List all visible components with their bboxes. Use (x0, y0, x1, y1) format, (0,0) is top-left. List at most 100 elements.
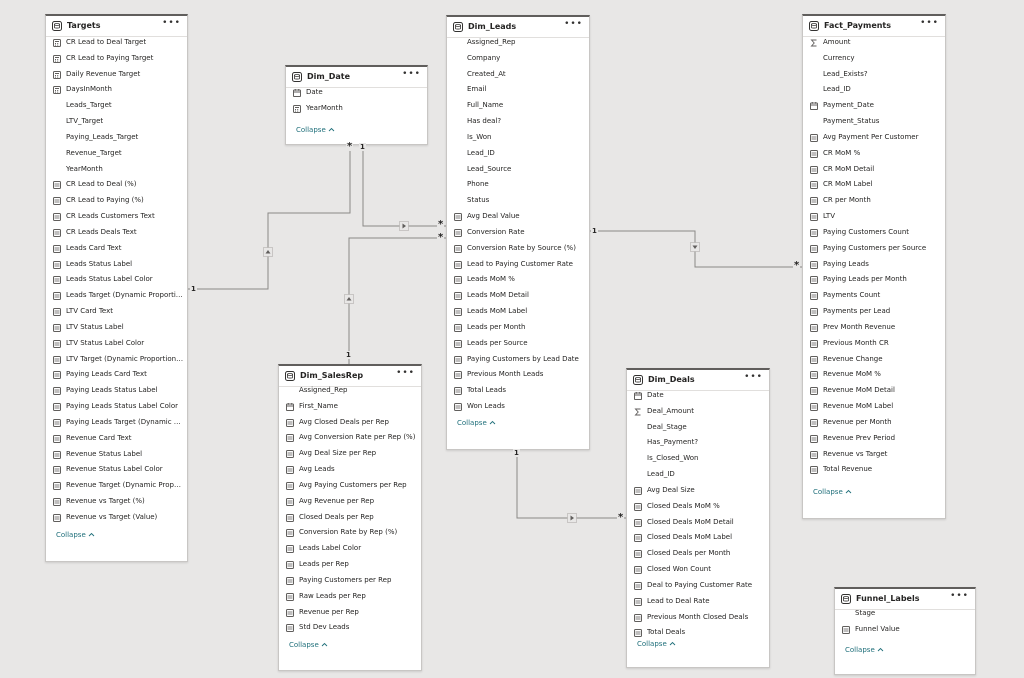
field-row[interactable]: Is_Won (447, 130, 589, 146)
field-row[interactable]: YearMonth (286, 101, 427, 117)
field-row[interactable]: Avg Deal Value (447, 209, 589, 225)
field-row[interactable]: Avg Deal Size per Rep (279, 446, 421, 462)
field-row[interactable]: Has deal? (447, 114, 589, 130)
field-row[interactable]: LTV Status Label (46, 320, 187, 336)
table-card-dim-salesrep[interactable]: Dim_SalesRep ••• Assigned_Rep First_Name Avg… (278, 364, 422, 671)
field-row[interactable]: Revenue per Month (803, 415, 945, 431)
collapse-link[interactable]: Collapse (845, 646, 884, 654)
field-row[interactable]: Revenue Status Label Color (46, 462, 187, 478)
relationship-line-targets-date[interactable] (188, 145, 351, 290)
field-row[interactable]: Paying Leads Card Text (46, 367, 187, 383)
collapse-link[interactable]: Collapse (296, 126, 335, 134)
field-row[interactable]: Phone (447, 177, 589, 193)
field-row[interactable]: Payments per Lead (803, 304, 945, 320)
field-row[interactable]: Paying Customers per Source (803, 241, 945, 257)
collapse-link[interactable]: Collapse (637, 640, 676, 648)
field-row[interactable]: Revenue Target (Dynamic Proporti... (46, 478, 187, 494)
field-row[interactable]: Daily Revenue Target (46, 67, 187, 83)
field-row[interactable]: Previous Month CR (803, 336, 945, 352)
field-row[interactable]: Paying Leads (803, 257, 945, 273)
field-row[interactable]: Company (447, 51, 589, 67)
field-row[interactable]: Amount (803, 35, 945, 51)
table-header[interactable]: Fact_Payments ••• (803, 16, 945, 37)
field-row[interactable]: Revenue MoM Detail (803, 383, 945, 399)
field-row[interactable]: Closed Deals MoM Label (627, 530, 769, 546)
field-row[interactable]: Revenue MoM Label (803, 399, 945, 415)
field-row[interactable]: Payment_Status (803, 114, 945, 130)
collapse-link[interactable]: Collapse (457, 419, 496, 427)
field-row[interactable]: Leads MoM Detail (447, 288, 589, 304)
more-options-icon[interactable]: ••• (396, 368, 415, 378)
field-row[interactable]: Paying Leads Target (Dynamic Pro... (46, 415, 187, 431)
field-row[interactable]: LTV Target (Dynamic Proportional) (46, 352, 187, 368)
field-row[interactable]: Total Revenue (803, 462, 945, 478)
field-row[interactable]: Closed Deals per Rep (279, 510, 421, 526)
field-row[interactable]: Paying Leads per Month (803, 272, 945, 288)
field-row[interactable]: Assigned_Rep (279, 383, 421, 399)
field-row[interactable]: Lead_ID (803, 82, 945, 98)
field-row[interactable]: Lead to Deal Rate (627, 594, 769, 610)
field-row[interactable]: Lead_ID (447, 146, 589, 162)
collapse-link[interactable]: Collapse (289, 641, 328, 649)
field-row[interactable]: Lead_Exists? (803, 67, 945, 83)
field-row[interactable]: Paying Customers per Rep (279, 573, 421, 589)
more-options-icon[interactable]: ••• (744, 372, 763, 382)
field-row[interactable]: Payments Count (803, 288, 945, 304)
more-options-icon[interactable]: ••• (162, 18, 181, 28)
table-card-funnel-labels[interactable]: Funnel_Labels ••• Stage Funnel Value Collaps… (834, 587, 976, 675)
field-row[interactable]: Revenue vs Target (%) (46, 494, 187, 510)
field-row[interactable]: Leads MoM Label (447, 304, 589, 320)
field-row[interactable]: Stage (835, 606, 975, 622)
field-row[interactable]: Payment_Date (803, 98, 945, 114)
field-row[interactable]: CR Lead to Deal (%) (46, 177, 187, 193)
field-row[interactable]: CR Lead to Paying Target (46, 51, 187, 67)
field-row[interactable]: LTV Card Text (46, 304, 187, 320)
model-canvas[interactable]: Targets ••• CR Lead to Deal Target CR Lead … (0, 0, 1024, 678)
field-row[interactable]: CR MoM Label (803, 177, 945, 193)
field-row[interactable]: Lead to Paying Customer Rate (447, 257, 589, 273)
field-row[interactable]: Currency (803, 51, 945, 67)
field-row[interactable]: Total Deals (627, 625, 769, 641)
field-row[interactable]: Leads Status Label (46, 257, 187, 273)
table-card-targets[interactable]: Targets ••• CR Lead to Deal Target CR Lead … (45, 14, 188, 562)
field-row[interactable]: Paying Leads Status Label Color (46, 399, 187, 415)
field-row[interactable]: DaysInMonth (46, 82, 187, 98)
table-card-dim-deals[interactable]: Dim_Deals ••• Date Deal_Amount Deal_Stage Has… (626, 368, 770, 668)
field-row[interactable]: Revenue Card Text (46, 431, 187, 447)
field-row[interactable]: CR MoM % (803, 146, 945, 162)
more-options-icon[interactable]: ••• (402, 69, 421, 79)
field-row[interactable]: Leads Status Label Color (46, 272, 187, 288)
field-row[interactable]: Has_Payment? (627, 435, 769, 451)
collapse-link[interactable]: Collapse (56, 531, 95, 539)
field-row[interactable]: Closed Deals per Month (627, 546, 769, 562)
field-row[interactable]: Revenue per Rep (279, 605, 421, 621)
field-row[interactable]: LTV (803, 209, 945, 225)
field-row[interactable]: Paying_Leads_Target (46, 130, 187, 146)
field-row[interactable]: Leads per Month (447, 320, 589, 336)
field-row[interactable]: Leads Label Color (279, 541, 421, 557)
field-row[interactable]: Leads MoM % (447, 272, 589, 288)
field-row[interactable]: CR Leads Customers Text (46, 209, 187, 225)
field-row[interactable]: Previous Month Leads (447, 367, 589, 383)
more-options-icon[interactable]: ••• (950, 591, 969, 601)
field-row[interactable]: Paying Customers by Lead Date (447, 352, 589, 368)
field-row[interactable]: Full_Name (447, 98, 589, 114)
field-row[interactable]: Revenue_Target (46, 146, 187, 162)
field-row[interactable]: Paying Customers Count (803, 225, 945, 241)
field-row[interactable]: Closed Deals MoM Detail (627, 515, 769, 531)
field-row[interactable]: Funnel Value (835, 622, 975, 638)
field-row[interactable]: Avg Closed Deals per Rep (279, 415, 421, 431)
field-row[interactable]: Raw Leads per Rep (279, 589, 421, 605)
field-row[interactable]: Avg Leads (279, 462, 421, 478)
field-row[interactable]: CR Lead to Deal Target (46, 35, 187, 51)
table-header[interactable]: Targets ••• (46, 16, 187, 37)
relationship-line-salesrep-leads[interactable] (348, 237, 446, 364)
field-row[interactable]: Avg Payment Per Customer (803, 130, 945, 146)
field-row[interactable]: Revenue vs Target (803, 447, 945, 463)
field-row[interactable]: CR Leads Deals Text (46, 225, 187, 241)
field-row[interactable]: YearMonth (46, 162, 187, 178)
more-options-icon[interactable]: ••• (564, 19, 583, 29)
field-row[interactable]: Lead_ID (627, 467, 769, 483)
field-row[interactable]: Conversion Rate by Rep (%) (279, 525, 421, 541)
field-row[interactable]: Leads per Rep (279, 557, 421, 573)
